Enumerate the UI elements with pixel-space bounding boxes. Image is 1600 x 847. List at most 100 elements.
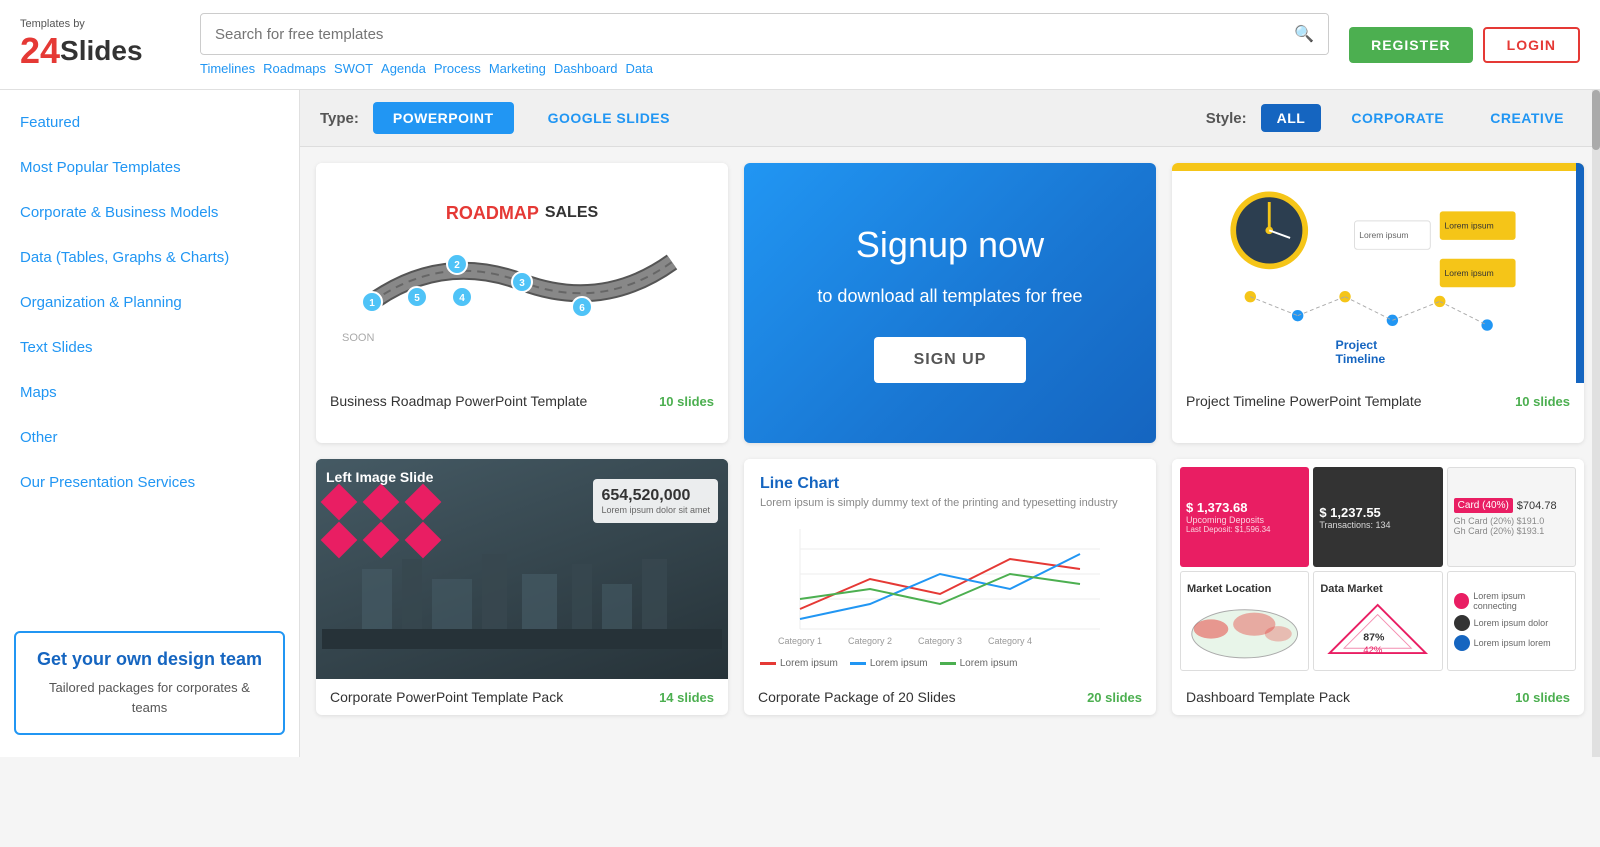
style-corporate-button[interactable]: CORPORATE — [1335, 104, 1460, 132]
db-card-6: Lorem ipsum connecting Lorem ipsum dolor… — [1447, 571, 1576, 671]
card-roadmap-thumb: ROADMAP SALES 1 2 — [316, 163, 728, 383]
card-corporate-title: Corporate PowerPoint Template Pack — [330, 689, 563, 705]
search-bar: 🔍 — [200, 13, 1329, 55]
search-input[interactable] — [201, 16, 1280, 53]
card-timeline[interactable]: Project Timeline Lorem ipsum Lorem ipsum… — [1172, 163, 1584, 443]
tag-timelines[interactable]: Timelines — [200, 61, 255, 76]
sidebar-item-text[interactable]: Text Slides — [0, 325, 299, 370]
card-timeline-title: Project Timeline PowerPoint Template — [1186, 393, 1422, 409]
card-dashboard[interactable]: $ 1,373.68 Upcoming Deposits Last Deposi… — [1172, 459, 1584, 715]
svg-text:Project: Project — [1335, 338, 1377, 352]
logo-number: 24 — [20, 30, 60, 72]
db-card-4: Market Location — [1180, 571, 1309, 671]
svg-text:1: 1 — [369, 298, 375, 309]
template-grid: ROADMAP SALES 1 2 — [300, 147, 1600, 731]
type-googleslides-button[interactable]: GOOGLE SLIDES — [528, 102, 690, 134]
promo-desc: Tailored packages for corporates & teams — [32, 678, 267, 717]
tag-dashboard[interactable]: Dashboard — [554, 61, 618, 76]
sidebar-nav: Featured Most Popular Templates Corporat… — [0, 100, 299, 619]
register-button[interactable]: REGISTER — [1349, 27, 1473, 63]
svg-text:6: 6 — [579, 303, 585, 314]
card-corporate-thumb: Left Image Slide 654,520,000 Lorem ipsum… — [316, 459, 728, 679]
layout: Featured Most Popular Templates Corporat… — [0, 90, 1600, 757]
svg-text:3: 3 — [519, 278, 525, 289]
sidebar-item-maps[interactable]: Maps — [0, 370, 299, 415]
sidebar: Featured Most Popular Templates Corporat… — [0, 90, 300, 757]
scrollbar-track — [1592, 90, 1600, 757]
svg-text:Category 2: Category 2 — [848, 636, 892, 646]
sidebar-promo[interactable]: Get your own design team Tailored packag… — [14, 631, 285, 735]
filter-bar: Type: POWERPOINT GOOGLE SLIDES Style: AL… — [300, 90, 1600, 147]
tag-data[interactable]: Data — [626, 61, 653, 76]
signup-subtitle: to download all templates for free — [817, 286, 1082, 307]
style-label: Style: — [1206, 110, 1247, 127]
search-container: 🔍 Timelines Roadmaps SWOT Agenda Process… — [200, 13, 1329, 76]
svg-text:Timeline: Timeline — [1335, 352, 1385, 363]
svg-text:Category 1: Category 1 — [778, 636, 822, 646]
sidebar-item-organization[interactable]: Organization & Planning — [0, 280, 299, 325]
type-label: Type: — [320, 110, 359, 127]
sidebar-item-popular[interactable]: Most Popular Templates — [0, 145, 299, 190]
sidebar-item-data[interactable]: Data (Tables, Graphs & Charts) — [0, 235, 299, 280]
style-all-button[interactable]: ALL — [1261, 104, 1322, 132]
db-card-1: $ 1,373.68 Upcoming Deposits Last Deposi… — [1180, 467, 1309, 567]
main-content: Type: POWERPOINT GOOGLE SLIDES Style: AL… — [300, 90, 1600, 757]
style-creative-button[interactable]: CREATIVE — [1474, 104, 1580, 132]
card-timeline-thumb: Project Timeline Lorem ipsum Lorem ipsum… — [1172, 163, 1584, 383]
card-timeline-slides: 10 slides — [1515, 394, 1570, 409]
signup-button[interactable]: SIGN UP — [874, 337, 1027, 383]
sidebar-item-featured[interactable]: Featured — [0, 100, 299, 145]
header-buttons: REGISTER LOGIN — [1349, 27, 1580, 63]
card-linechart[interactable]: Line Chart Lorem ipsum is simply dummy t… — [744, 459, 1156, 715]
svg-text:5: 5 — [414, 293, 420, 304]
card-dashboard-title: Dashboard Template Pack — [1186, 689, 1350, 705]
svg-text:Category 4: Category 4 — [988, 636, 1032, 646]
card-dashboard-slides: 10 slides — [1515, 690, 1570, 705]
card-linechart-thumb: Line Chart Lorem ipsum is simply dummy t… — [744, 459, 1156, 679]
search-tags: Timelines Roadmaps SWOT Agenda Process M… — [200, 61, 1329, 76]
card-dashboard-thumb: $ 1,373.68 Upcoming Deposits Last Deposi… — [1172, 459, 1584, 679]
card-roadmap[interactable]: ROADMAP SALES 1 2 — [316, 163, 728, 443]
card-linechart-info: Corporate Package of 20 Slides 20 slides — [744, 679, 1156, 715]
db-card-5: Data Market 87% 42% — [1313, 571, 1442, 671]
filter-style: Style: ALL CORPORATE CREATIVE — [1206, 104, 1580, 132]
svg-text:2: 2 — [454, 260, 460, 271]
card-timeline-info: Project Timeline PowerPoint Template 10 … — [1172, 383, 1584, 419]
sidebar-item-other[interactable]: Other — [0, 415, 299, 460]
tag-marketing[interactable]: Marketing — [489, 61, 546, 76]
logo-prefix: Templates by — [20, 18, 143, 30]
scrollbar-thumb[interactable] — [1592, 90, 1600, 150]
svg-text:87%: 87% — [1364, 632, 1386, 644]
card-roadmap-title: Business Roadmap PowerPoint Template — [330, 393, 587, 409]
filter-type: Type: POWERPOINT GOOGLE SLIDES — [320, 102, 690, 134]
tag-process[interactable]: Process — [434, 61, 481, 76]
card-linechart-slides: 20 slides — [1087, 690, 1142, 705]
sidebar-item-corporate-business[interactable]: Corporate & Business Models — [0, 190, 299, 235]
type-powerpoint-button[interactable]: POWERPOINT — [373, 102, 514, 134]
tag-agenda[interactable]: Agenda — [381, 61, 426, 76]
svg-text:4: 4 — [459, 293, 465, 304]
card-corporate-slides: 14 slides — [659, 690, 714, 705]
card-roadmap-slides: 10 slides — [659, 394, 714, 409]
svg-text:42%: 42% — [1364, 645, 1384, 656]
card-dashboard-info: Dashboard Template Pack 10 slides — [1172, 679, 1584, 715]
search-button[interactable]: 🔍 — [1280, 14, 1328, 54]
sidebar-item-services[interactable]: Our Presentation Services — [0, 460, 299, 505]
header: Templates by 24 Slides 🔍 Timelines Roadm… — [0, 0, 1600, 90]
db-card-2: $ 1,237.55 Transactions: 134 — [1313, 467, 1442, 567]
card-corporate[interactable]: Left Image Slide 654,520,000 Lorem ipsum… — [316, 459, 728, 715]
logo[interactable]: Templates by 24 Slides — [20, 18, 180, 72]
svg-text:Category 3: Category 3 — [918, 636, 962, 646]
svg-text:Lorem ipsum: Lorem ipsum — [1444, 220, 1493, 230]
svg-text:Lorem ipsum: Lorem ipsum — [1359, 230, 1408, 240]
login-button[interactable]: LOGIN — [1483, 27, 1580, 63]
signup-title: Signup now — [856, 223, 1044, 266]
svg-text:Lorem ipsum: Lorem ipsum — [1444, 268, 1493, 278]
promo-title: Get your own design team — [32, 649, 267, 670]
tag-roadmaps[interactable]: Roadmaps — [263, 61, 326, 76]
tag-swot[interactable]: SWOT — [334, 61, 373, 76]
logo-brand: Slides — [60, 35, 142, 67]
card-signup[interactable]: Signup now to download all templates for… — [744, 163, 1156, 443]
card-linechart-title: Corporate Package of 20 Slides — [758, 689, 956, 705]
card-corporate-info: Corporate PowerPoint Template Pack 14 sl… — [316, 679, 728, 715]
